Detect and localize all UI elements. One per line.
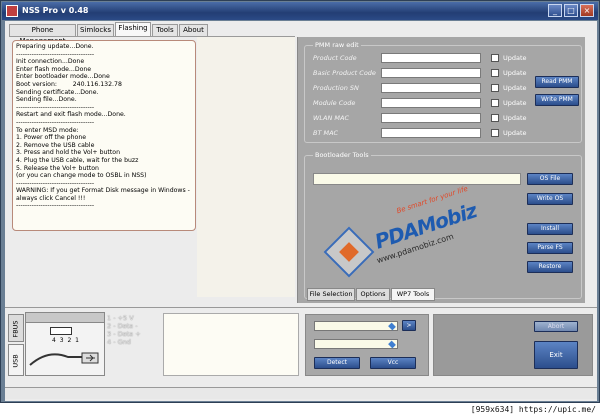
wlan-mac-update-checkbox[interactable] bbox=[491, 114, 499, 122]
production-sn-update-label: Update bbox=[503, 84, 527, 92]
vtab-usb-label: USB bbox=[11, 354, 20, 368]
pdamobiz-logo-icon bbox=[323, 226, 375, 278]
write-pmm-button[interactable]: Write PMM bbox=[535, 94, 579, 106]
bootloader-group-title: Bootloader Tools bbox=[313, 151, 371, 159]
right-panel: PMM raw edit Product Code Update Basic P… bbox=[297, 37, 585, 303]
usb-port-icon bbox=[50, 327, 72, 335]
diamond-icon bbox=[388, 340, 396, 349]
pinout-line: 1 - +5 V bbox=[107, 314, 134, 322]
tab-flashing[interactable]: Flashing bbox=[115, 22, 151, 37]
tab-simlocks[interactable]: Simlocks bbox=[77, 24, 114, 36]
os-file-button[interactable]: OS File bbox=[527, 173, 573, 185]
bt-mac-update-label: Update bbox=[503, 129, 527, 137]
usb-pinout: 1 - +5 V 2 - Data - 3 - Data + 4 - Gnd bbox=[107, 314, 141, 346]
minimize-button[interactable]: _ bbox=[548, 4, 562, 17]
module-code-update-label: Update bbox=[503, 99, 527, 107]
module-code-input[interactable] bbox=[381, 98, 481, 108]
module-code-update-checkbox[interactable] bbox=[491, 99, 499, 107]
subtab-options[interactable]: Options bbox=[356, 288, 390, 301]
bootloader-file-input[interactable] bbox=[313, 173, 521, 185]
detect-button[interactable]: Detect bbox=[314, 357, 360, 369]
product-code-update-checkbox[interactable] bbox=[491, 54, 499, 62]
tab-tools[interactable]: Tools bbox=[152, 24, 178, 36]
log-output[interactable]: Preparing update...Done. ---------------… bbox=[12, 40, 196, 231]
action-panel: Abort Exit bbox=[433, 314, 593, 376]
connection-type-tabs: FBUS USB bbox=[8, 314, 24, 376]
usb-diagram: 4 3 2 1 bbox=[25, 312, 105, 376]
status-bar bbox=[5, 387, 597, 399]
parse-fs-button[interactable]: Parse FS bbox=[527, 242, 573, 254]
log-panel-background bbox=[197, 37, 295, 297]
bt-mac-update-checkbox[interactable] bbox=[491, 129, 499, 137]
image-footer: [959x634] https://upic.me/ bbox=[0, 403, 600, 416]
install-button[interactable]: Install bbox=[527, 223, 573, 235]
usb-diagram-header bbox=[26, 313, 104, 323]
client-area: Phone Management Simlocks Flashing Tools… bbox=[5, 21, 597, 401]
vtab-fbus[interactable]: FBUS bbox=[8, 314, 24, 342]
exit-button[interactable]: Exit bbox=[534, 341, 578, 369]
pdamobiz-watermark: Be smart for your life PDAMobiz www.pdam… bbox=[323, 185, 515, 286]
basic-product-code-input[interactable] bbox=[381, 68, 481, 78]
maximize-button[interactable]: □ bbox=[564, 4, 578, 17]
go-button[interactable]: > bbox=[402, 320, 416, 331]
usb-cable-icon bbox=[29, 352, 99, 366]
diamond-icon bbox=[388, 322, 396, 331]
basic-product-code-update-checkbox[interactable] bbox=[491, 69, 499, 77]
pmm-group: PMM raw edit Product Code Update Basic P… bbox=[304, 41, 582, 143]
write-os-button[interactable]: Write OS bbox=[527, 193, 573, 205]
subtab-file-selection[interactable]: File Selection bbox=[307, 288, 355, 301]
close-button[interactable]: × bbox=[580, 4, 594, 17]
pinout-line: 2 - Data - bbox=[107, 322, 138, 330]
tab-phone-management[interactable]: Phone Management bbox=[9, 24, 76, 45]
port-combo[interactable] bbox=[314, 321, 398, 331]
product-code-update-label: Update bbox=[503, 54, 527, 62]
vcc-button[interactable]: Vcc bbox=[370, 357, 416, 369]
basic-product-code-update-label: Update bbox=[503, 69, 527, 77]
pmm-group-title: PMM raw edit bbox=[313, 41, 361, 49]
wlan-mac-update-label: Update bbox=[503, 114, 527, 122]
vtab-usb[interactable]: USB bbox=[8, 344, 24, 376]
pmm-label-bt-mac: BT MAC bbox=[313, 129, 339, 137]
production-sn-update-checkbox[interactable] bbox=[491, 84, 499, 92]
bootloader-group: Bootloader Tools OS File Write OS Instal… bbox=[304, 151, 582, 299]
production-sn-input[interactable] bbox=[381, 83, 481, 93]
tab-about[interactable]: About bbox=[179, 24, 208, 36]
footer-text: [959x634] https://upic.me/ bbox=[470, 405, 596, 414]
title-bar[interactable]: NSS Pro v 0.48 _ □ × bbox=[2, 2, 598, 20]
app-window: NSS Pro v 0.48 _ □ × Phone Management Si… bbox=[0, 0, 600, 403]
bt-mac-input[interactable] bbox=[381, 128, 481, 138]
pmm-label-basic-product-code: Basic Product Code bbox=[313, 69, 376, 77]
abort-button[interactable]: Abort bbox=[534, 321, 578, 332]
window-title: NSS Pro v 0.48 bbox=[22, 6, 89, 15]
wlan-mac-input[interactable] bbox=[381, 113, 481, 123]
restore-button[interactable]: Restore bbox=[527, 261, 573, 273]
pmm-label-product-code: Product Code bbox=[313, 54, 357, 62]
pmm-label-wlan-mac: WLAN MAC bbox=[313, 114, 350, 122]
pinout-line: 4 - Gnd bbox=[107, 338, 131, 346]
connection-message-box bbox=[163, 313, 299, 376]
pinout-line: 3 - Data + bbox=[107, 330, 141, 338]
app-icon bbox=[6, 5, 18, 17]
product-code-input[interactable] bbox=[381, 53, 481, 63]
pmm-label-module-code: Module Code bbox=[313, 99, 356, 107]
connection-controls: > Detect Vcc bbox=[305, 314, 429, 376]
device-combo[interactable] bbox=[314, 339, 398, 349]
read-pmm-button[interactable]: Read PMM bbox=[535, 76, 579, 88]
subtab-wp7-tools[interactable]: WP7 Tools bbox=[391, 288, 435, 301]
pmm-label-production-sn: Production SN bbox=[313, 84, 359, 92]
usb-pin-numbers: 4 3 2 1 bbox=[52, 337, 80, 344]
vtab-fbus-label: FBUS bbox=[11, 320, 20, 338]
connection-area: FBUS USB 4 3 2 1 1 - +5 V 2 - Data - 3 -… bbox=[5, 307, 597, 383]
